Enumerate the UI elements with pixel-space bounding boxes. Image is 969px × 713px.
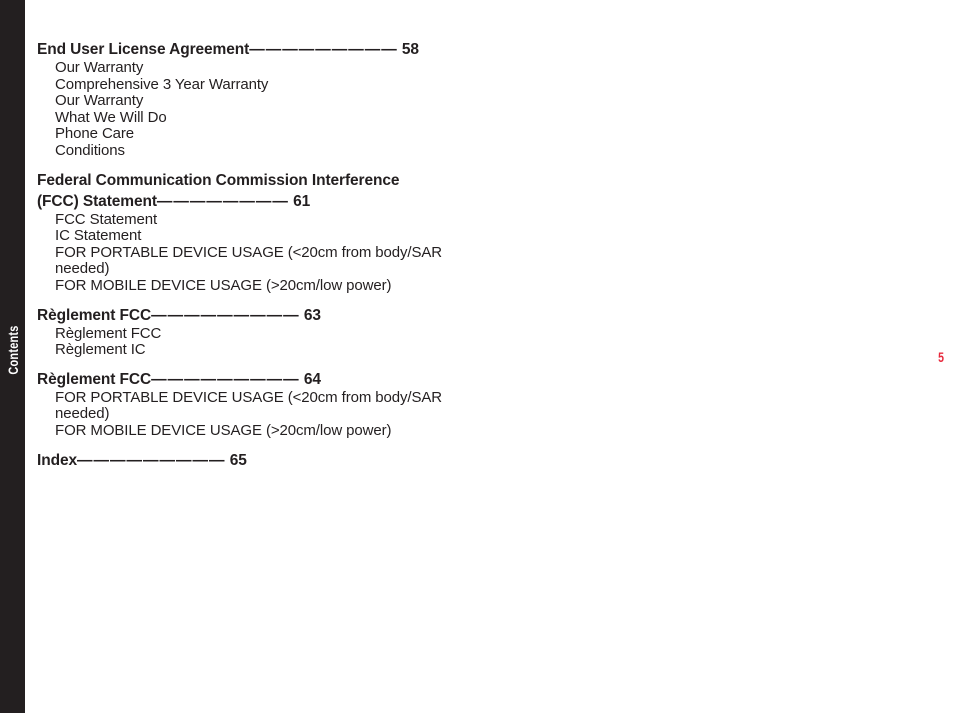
toc-group: Règlement FCC————————— 64 FOR PORTABLE DE…: [37, 369, 467, 440]
toc-entry-heading[interactable]: Federal Communication Commission Interfe…: [37, 170, 467, 212]
toc-subitem[interactable]: What We Will Do: [55, 109, 467, 127]
toc-entry-page-number: 61: [293, 192, 311, 210]
toc-leader-dashes: —————————: [76, 451, 226, 469]
toc-subitem[interactable]: Conditions: [55, 142, 467, 160]
toc-heading-text: (FCC) Statement: [37, 192, 157, 210]
toc-entry-page-number: 63: [303, 306, 321, 324]
toc-subitem[interactable]: Règlement FCC: [55, 325, 467, 343]
toc-subitem[interactable]: Comprehensive 3 Year Warranty: [55, 76, 467, 94]
toc-subitem[interactable]: FOR PORTABLE DEVICE USAGE (<20cm from bo…: [55, 389, 467, 423]
toc-subitem-list: Règlement FCC Règlement IC: [37, 325, 467, 359]
toc-entry-heading[interactable]: Index————————— 65: [37, 450, 467, 471]
toc-heading-text: Federal Communication Commission Interfe…: [37, 171, 400, 189]
toc-subitem-list: FOR PORTABLE DEVICE USAGE (<20cm from bo…: [37, 389, 467, 440]
toc-heading-text: Règlement FCC: [37, 370, 152, 388]
toc-leader-dashes: ————————: [156, 192, 289, 210]
toc-subitem[interactable]: Phone Care: [55, 126, 467, 143]
toc-group: End User License Agreement————————— 58 Ou…: [37, 39, 467, 160]
toc-subitem[interactable]: FOR PORTABLE DEVICE USAGE (<20cm from bo…: [55, 244, 467, 278]
page-number: 5: [938, 349, 944, 365]
toc-entry-page-number: 64: [303, 370, 321, 388]
contents-side-tab: Contents: [0, 0, 25, 713]
toc-entry-heading[interactable]: End User License Agreement————————— 58: [37, 39, 467, 60]
contents-tab-label: Contents: [4, 325, 21, 375]
toc-leader-dashes: —————————: [151, 306, 300, 324]
toc-subitem[interactable]: Règlement IC: [55, 342, 467, 359]
toc-subitem[interactable]: IC Statement: [55, 228, 467, 245]
toc-entry-heading[interactable]: Règlement FCC————————— 64: [37, 369, 467, 390]
toc-group: Federal Communication Commission Interfe…: [37, 170, 467, 295]
toc-subitem-list: FCC Statement IC Statement FOR PORTABLE DE…: [37, 211, 467, 295]
toc-subitem[interactable]: FOR MOBILE DEVICE USAGE (>20cm/low power…: [55, 277, 467, 295]
table-of-contents: End User License Agreement————————— 58 Ou…: [37, 39, 467, 471]
toc-heading-text: Index: [37, 451, 77, 469]
toc-heading-text: Règlement FCC: [37, 306, 152, 324]
toc-heading-text: End User License Agreement: [37, 41, 250, 58]
toc-subitem[interactable]: Our Warranty: [55, 93, 467, 110]
toc-entry-heading[interactable]: Règlement FCC————————— 63: [37, 305, 467, 326]
toc-group: Règlement FCC————————— 63 Règlement FCC Rè…: [37, 305, 467, 359]
toc-group: Index————————— 65: [37, 450, 467, 471]
toc-leader-dashes: —————————: [151, 370, 300, 388]
toc-entry-page-number: 65: [229, 451, 247, 469]
toc-subitem[interactable]: Our Warranty: [55, 59, 467, 77]
toc-leader-dashes: —————————: [249, 41, 398, 58]
toc-entry-page-number: 58: [401, 41, 419, 58]
toc-subitem[interactable]: FOR MOBILE DEVICE USAGE (>20cm/low power…: [55, 422, 467, 440]
toc-subitem[interactable]: FCC Statement: [55, 211, 467, 229]
toc-subitem-list: Our Warranty Comprehensive 3 Year Warrant…: [37, 59, 467, 160]
